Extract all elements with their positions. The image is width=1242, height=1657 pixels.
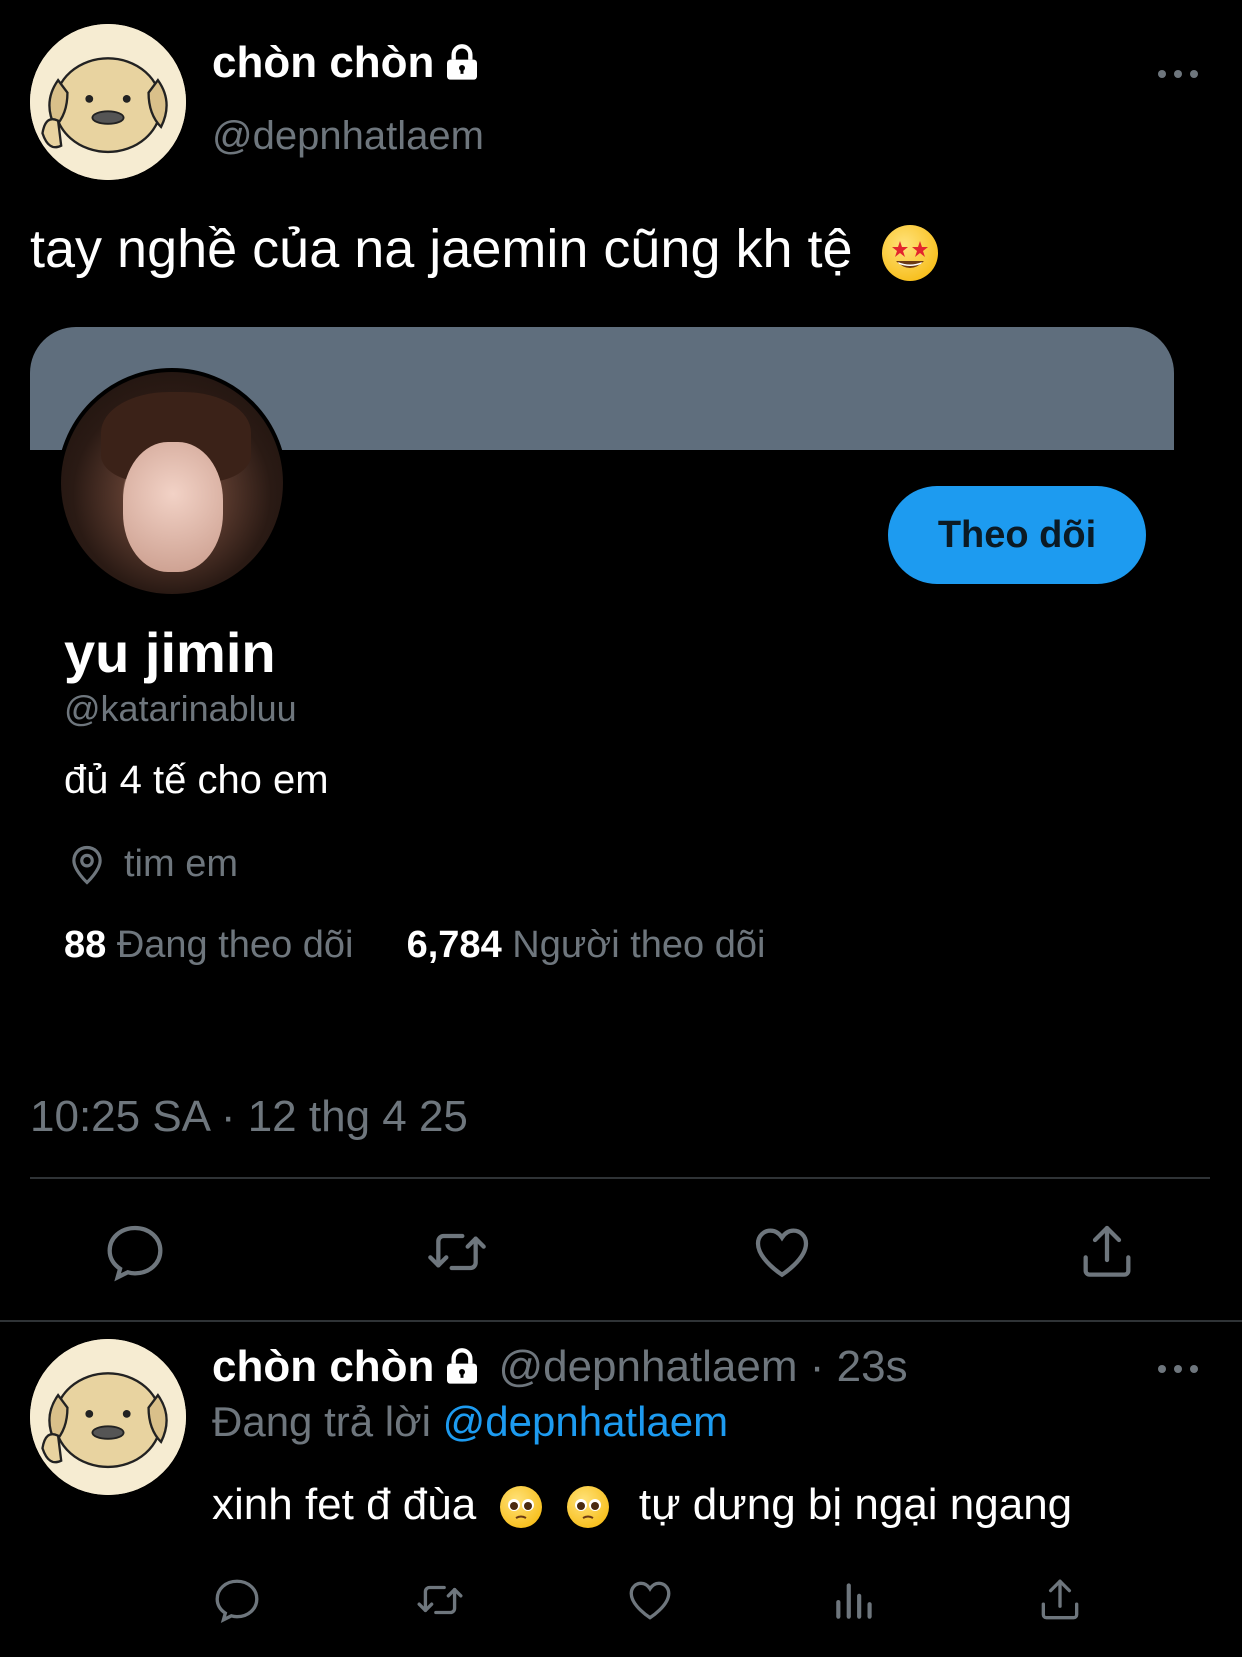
reply-text-before: xinh fet đ đùa (212, 1480, 477, 1529)
reply-icon[interactable] (212, 1575, 262, 1625)
like-icon[interactable] (750, 1220, 814, 1284)
tweet-timestamp[interactable]: 10:25 SA · 12 thg 4 25 (30, 1092, 468, 1142)
display-name[interactable]: chòn chòn (212, 1342, 434, 1392)
reply-text-after: tự dưng bị ngại ngang (638, 1480, 1073, 1529)
tweet-body: tay nghề của na jaemin cũng kh tệ (30, 219, 853, 279)
retweet-icon[interactable] (415, 1575, 465, 1625)
followers-stat[interactable]: 6,784 Người theo dõi (407, 924, 766, 966)
lock-icon (447, 44, 478, 80)
share-icon[interactable] (1075, 1220, 1139, 1284)
profile-handle[interactable]: @katarinabluu (64, 688, 297, 730)
lock-icon (447, 1348, 478, 1384)
divider (30, 1177, 1210, 1179)
reply-text: xinh fet đ đùa tự dưng bị ngại ngang (212, 1480, 1072, 1530)
profile-stats: 88 Đang theo dõi 6,784 Người theo dõi (64, 924, 765, 967)
mention-link[interactable]: @depnhatlaem (443, 1398, 729, 1445)
more-options-icon[interactable] (1158, 67, 1198, 81)
dog-avatar-icon (30, 24, 186, 180)
dog-avatar-icon (30, 1339, 186, 1495)
tweet-text: tay nghề của na jaemin cũng kh tệ (30, 218, 938, 281)
replying-label: Đang trả lời (212, 1398, 431, 1445)
profile-bio: đủ 4 tế cho em (64, 758, 329, 802)
pleading-face-emoji-icon (500, 1486, 543, 1529)
tweet-thread: chòn chòn @depnhatlaem tay nghề của na j… (0, 0, 1242, 1657)
like-icon[interactable] (625, 1575, 675, 1625)
avatar[interactable] (30, 24, 186, 180)
avatar[interactable] (30, 1339, 186, 1495)
reply-header: chòn chòn @depnhatlaem · 23s (212, 1342, 908, 1392)
location-pin-icon (72, 845, 102, 885)
following-stat[interactable]: 88 Đang theo dõi (64, 924, 353, 966)
profile-name[interactable]: yu jimin (64, 620, 276, 685)
pleading-face-emoji-icon (566, 1486, 609, 1529)
location-label: tim em (124, 843, 238, 885)
profile-avatar[interactable] (57, 368, 287, 598)
display-name[interactable]: chòn chòn (212, 38, 482, 88)
handle-time[interactable]: @depnhatlaem · 23s (498, 1342, 907, 1392)
handle[interactable]: @depnhatlaem (212, 114, 484, 159)
star-struck-emoji-icon (881, 224, 938, 281)
analytics-icon[interactable] (830, 1575, 880, 1625)
reply-icon[interactable] (103, 1220, 167, 1284)
retweet-icon[interactable] (425, 1220, 489, 1284)
display-name-label: chòn chòn (212, 38, 435, 87)
replying-to: Đang trả lời @depnhatlaem (212, 1398, 728, 1446)
share-icon[interactable] (1035, 1575, 1085, 1625)
profile-location: tim em (66, 843, 238, 886)
follow-button[interactable]: Theo dõi (888, 486, 1146, 584)
more-options-icon[interactable] (1158, 1362, 1198, 1376)
divider (0, 1320, 1242, 1322)
